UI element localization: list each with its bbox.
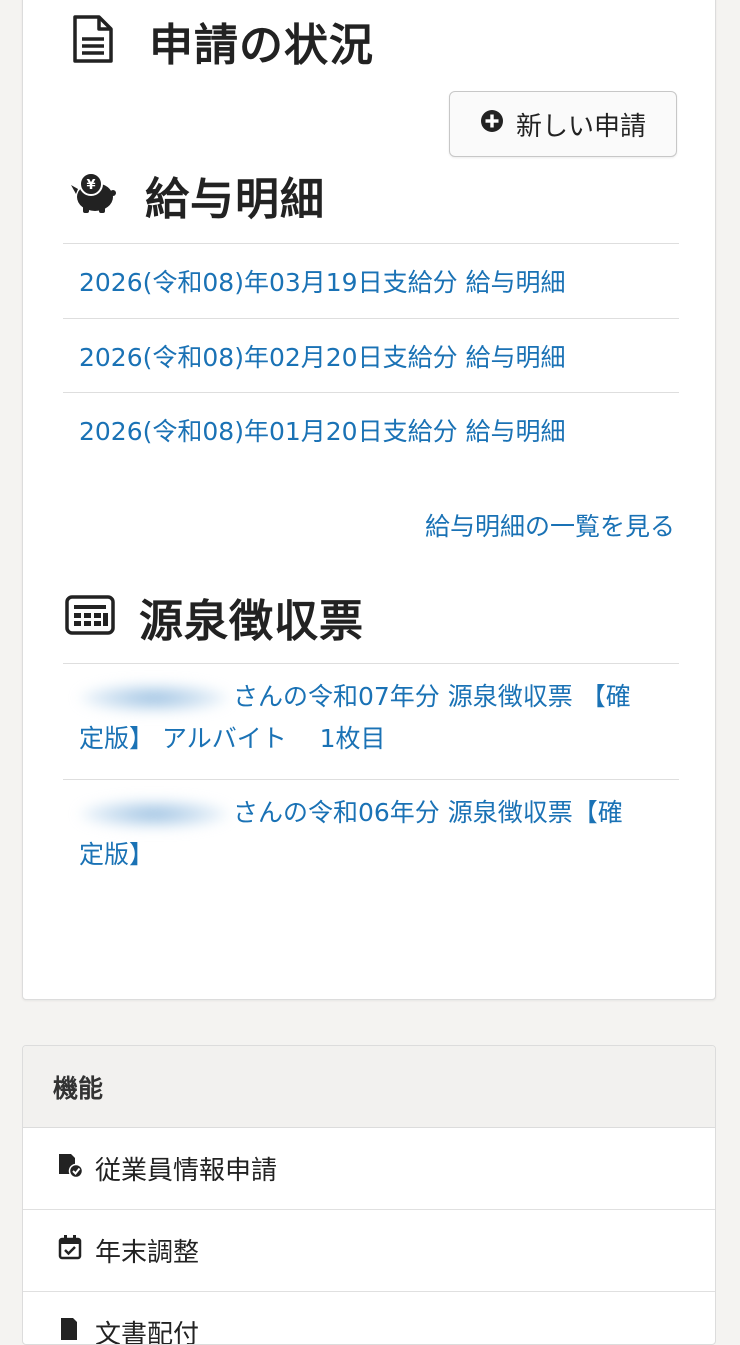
payslip-row[interactable]: 2026(令和08)年01月20日支給分 給与明細 [63,392,679,466]
status-section-title: 申請の状況 [71,9,374,73]
redacted-name [79,799,229,829]
new-application-button[interactable]: 新しい申請 [449,91,677,157]
document-icon [71,15,115,67]
receipt-icon [65,595,115,639]
main-card: 申請の状況 新しい申請 ¥ 給与明細 2026(令和08)年03月19日支給分 … [22,0,716,1000]
payslip-section-title: ¥ 給与明細 [69,163,325,227]
svg-text:¥: ¥ [86,178,95,193]
withholding-link[interactable]: さんの令和06年分 源泉徴収票【確 定版】 [79,792,623,876]
payslip-list: 2026(令和08)年03月19日支給分 給与明細 2026(令和08)年02月… [63,243,679,466]
withholding-title: 源泉徴収票 [139,596,364,647]
payslip-row[interactable]: 2026(令和08)年03月19日支給分 給与明細 [63,243,679,318]
withholding-section-title: 源泉徴収票 [65,585,364,649]
redacted-name [79,683,229,713]
employee-info-icon [57,1152,84,1185]
payslip-link[interactable]: 2026(令和08)年02月20日支給分 給与明細 [79,338,566,374]
calendar-check-icon [57,1234,83,1267]
feature-label: 文書配付 [95,1320,200,1345]
feature-employee-info[interactable]: 従業員情報申請 [23,1128,715,1210]
withholding-row[interactable]: さんの令和06年分 源泉徴収票【確 定版】 [63,779,679,895]
feature-label: 年末調整 [95,1238,200,1268]
document-distribution-icon [57,1316,83,1344]
payslip-row[interactable]: 2026(令和08)年02月20日支給分 給与明細 [63,318,679,392]
withholding-list: さんの令和07年分 源泉徴収票 【確 定版】 アルバイト 1枚目 さんの令和06… [63,663,679,895]
feature-document-distribution[interactable]: 文書配付 [23,1292,715,1345]
payslip-link[interactable]: 2026(令和08)年03月19日支給分 給与明細 [79,263,566,299]
new-application-label: 新しい申請 [515,111,646,142]
features-header: 機能 [23,1046,715,1128]
withholding-row[interactable]: さんの令和07年分 源泉徴収票 【確 定版】 アルバイト 1枚目 [63,663,679,779]
withholding-link[interactable]: さんの令和07年分 源泉徴収票 【確 定版】 アルバイト 1枚目 [79,676,631,760]
payslip-title: 給与明細 [145,174,325,225]
feature-year-end-adjustment[interactable]: 年末調整 [23,1210,715,1292]
status-title: 申請の状況 [149,20,374,71]
piggy-bank-yen-icon: ¥ [69,172,117,218]
features-card: 機能 従業員情報申請 年末調整 文書配付 [22,1045,716,1345]
payslip-link[interactable]: 2026(令和08)年01月20日支給分 給与明細 [79,412,566,448]
plus-circle-icon [480,109,504,140]
feature-label: 従業員情報申請 [95,1156,278,1186]
view-all-payslips-link[interactable]: 給与明細の一覧を見る [425,507,675,543]
